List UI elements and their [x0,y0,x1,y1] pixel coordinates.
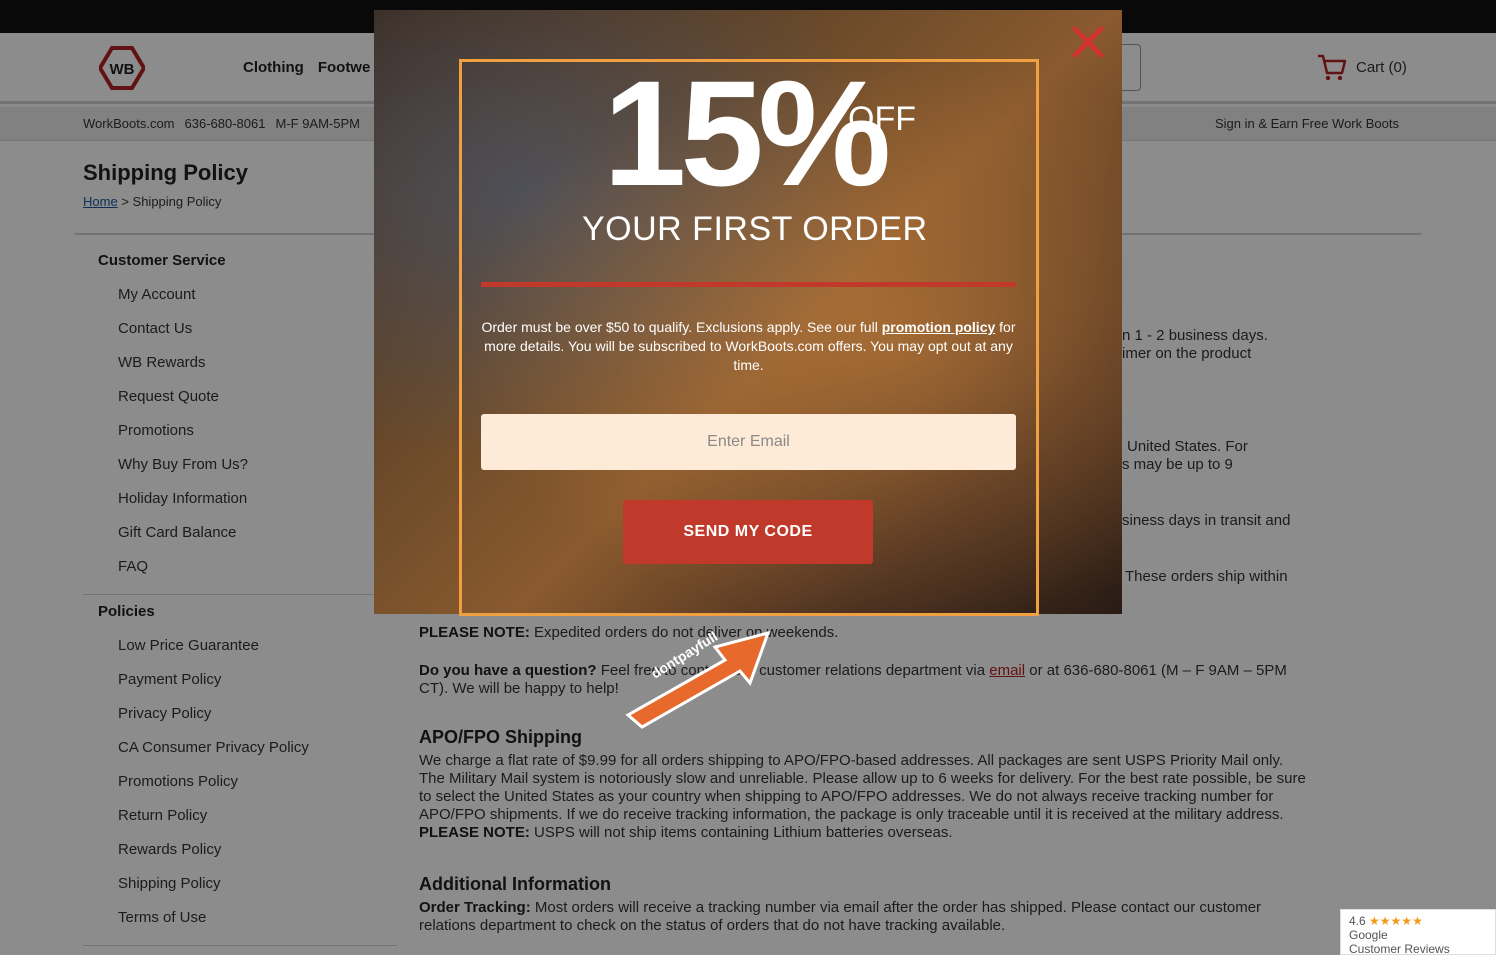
promotion-policy-link[interactable]: promotion policy [882,319,996,335]
disclaimer-text: Order must be over $50 to qualify. Exclu… [481,319,882,335]
email-field[interactable] [481,414,1016,470]
promo-disclaimer: Order must be over $50 to qualify. Exclu… [481,318,1016,375]
google-reviews-label: Customer Reviews [1349,942,1450,955]
google-label: Google [1349,928,1388,942]
promo-divider [481,282,1016,287]
discount-percent: 15% [603,49,891,217]
google-rating: 4.6 [1349,914,1366,928]
google-reviews-badge[interactable]: 4.6 ★★★★★ Google Customer Reviews [1340,909,1496,955]
discount-off-label: OFF [848,100,916,138]
close-icon[interactable] [1070,24,1106,60]
stars-icon: ★★★★★ [1369,914,1423,928]
promo-subtitle: YOUR FIRST ORDER [582,210,928,248]
send-code-button[interactable]: SEND MY CODE [623,500,873,564]
